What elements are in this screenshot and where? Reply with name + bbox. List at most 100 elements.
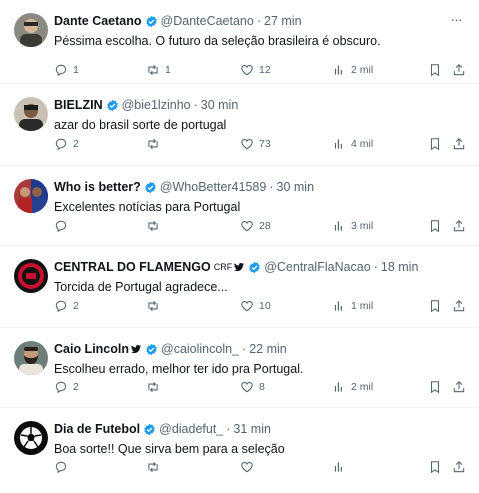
views-button[interactable]: 2 mil [332, 62, 373, 78]
twitter-bird-icon [233, 261, 245, 273]
like-button[interactable]: 8 [240, 379, 265, 395]
avatar[interactable] [14, 179, 48, 213]
heart-icon [241, 221, 253, 232]
views-button[interactable]: 3 mil [332, 218, 373, 234]
retweet-button[interactable]: 1 [146, 62, 171, 78]
share-button[interactable] [452, 298, 466, 314]
reply-button[interactable]: 1 [54, 62, 79, 78]
reply-button[interactable] [54, 218, 73, 234]
tweet[interactable]: Dia de Futebol @diadefut_ · 31 min Boa s… [0, 408, 479, 493]
reply-count: 1 [73, 64, 79, 76]
avatar[interactable] [14, 97, 48, 131]
tweet-text: azar do brasil sorte de portugal [54, 118, 227, 132]
tweet-actions: 2 8 2 mil [54, 379, 470, 395]
display-name[interactable]: Who is better? [54, 178, 141, 196]
bookmark-icon [430, 138, 440, 151]
display-name[interactable]: BIELZIN [54, 96, 103, 114]
share-icon [453, 381, 465, 393]
timestamp[interactable]: 30 min [201, 96, 239, 114]
bookmark-icon [430, 300, 440, 313]
reply-button[interactable]: 2 [54, 379, 79, 395]
share-button[interactable] [452, 136, 466, 152]
views-count: 4 mil [351, 138, 374, 150]
display-name[interactable]: Dante Caetano [54, 12, 142, 30]
like-button[interactable]: 73 [240, 136, 271, 152]
user-handle[interactable]: @WhoBetter41589 [160, 178, 267, 196]
views-button[interactable]: 2 mil [332, 379, 373, 395]
share-button[interactable] [452, 62, 466, 78]
reply-icon [55, 64, 67, 77]
like-button[interactable]: 28 [240, 218, 271, 234]
retweet-button[interactable] [146, 379, 165, 395]
views-button[interactable] [332, 459, 351, 475]
heart-icon [241, 382, 253, 393]
retweet-count: 1 [165, 64, 171, 76]
separator: · [193, 98, 198, 112]
like-button[interactable] [240, 459, 259, 475]
timestamp[interactable]: 30 min [277, 178, 315, 196]
tweet[interactable]: Caio Lincoln @caiolincoln_ · 22 min Esco… [0, 328, 479, 408]
separator: · [373, 260, 378, 274]
bookmark-icon [430, 220, 440, 233]
verified-badge-icon [144, 181, 157, 194]
bookmark-button[interactable] [428, 136, 442, 152]
user-handle[interactable]: @bie1lzinho [122, 96, 191, 114]
reply-button[interactable]: 2 [54, 298, 79, 314]
tweet[interactable]: Dante Caetano @DanteCaetano · 27 min ···… [0, 0, 479, 84]
user-handle[interactable]: @DanteCaetano [161, 12, 254, 30]
views-icon [334, 301, 342, 311]
display-name[interactable]: CENTRAL DO FLAMENGO [54, 258, 211, 276]
timestamp[interactable]: 22 min [249, 340, 287, 358]
reply-icon [55, 300, 67, 313]
timestamp[interactable]: 18 min [381, 258, 419, 276]
views-count: 2 mil [351, 381, 374, 393]
display-name[interactable]: Caio Lincoln [54, 340, 129, 358]
timestamp[interactable]: 27 min [264, 12, 302, 30]
share-button[interactable] [452, 379, 466, 395]
display-name[interactable]: Dia de Futebol [54, 420, 140, 438]
retweet-button[interactable] [146, 459, 165, 475]
bookmark-button[interactable] [428, 379, 442, 395]
views-icon [334, 139, 342, 149]
bookmark-icon [430, 64, 440, 77]
heart-icon [241, 65, 253, 76]
retweet-button[interactable] [146, 136, 165, 152]
like-button[interactable]: 10 [240, 298, 271, 314]
user-handle[interactable]: @caiolincoln_ [161, 340, 239, 358]
tweet[interactable]: BIELZIN @bie1lzinho · 30 min azar do bra… [0, 84, 479, 166]
views-button[interactable]: 1 mil [332, 298, 373, 314]
views-count: 2 mil [351, 64, 374, 76]
share-button[interactable] [452, 218, 466, 234]
bookmark-button[interactable] [428, 298, 442, 314]
avatar[interactable] [14, 341, 48, 375]
avatar[interactable] [14, 421, 48, 455]
tweet[interactable]: Who is better? @WhoBetter41589 · 30 min … [0, 166, 479, 246]
bookmark-button[interactable] [428, 62, 442, 78]
verified-badge-icon [248, 261, 261, 274]
retweet-icon [148, 64, 158, 76]
reply-button[interactable]: 2 [54, 136, 79, 152]
bookmark-button[interactable] [428, 459, 442, 475]
like-button[interactable]: 12 [240, 62, 271, 78]
avatar[interactable] [14, 13, 48, 47]
tweet-actions: 2 10 1 mil [54, 298, 470, 314]
retweet-button[interactable] [146, 218, 165, 234]
retweet-icon [148, 381, 158, 393]
views-icon [334, 221, 342, 231]
reply-button[interactable] [54, 459, 73, 475]
affiliation-label: CRF [213, 262, 233, 272]
views-count: 3 mil [351, 220, 374, 232]
avatar[interactable] [14, 259, 48, 293]
user-handle[interactable]: @CentralFlaNacao [264, 258, 370, 276]
views-button[interactable]: 4 mil [332, 136, 373, 152]
timestamp[interactable]: 31 min [233, 420, 271, 438]
share-button[interactable] [452, 459, 466, 475]
bookmark-icon [430, 381, 440, 394]
bookmark-button[interactable] [428, 218, 442, 234]
tweet-text: Excelentes notícias para Portugal [54, 200, 241, 214]
like-count: 73 [259, 138, 271, 150]
more-options-icon[interactable]: ··· [447, 12, 465, 30]
tweet[interactable]: CENTRAL DO FLAMENGO CRF @CentralFlaNacao… [0, 246, 479, 328]
user-handle[interactable]: @diadefut_ [159, 420, 223, 438]
retweet-button[interactable] [146, 298, 165, 314]
